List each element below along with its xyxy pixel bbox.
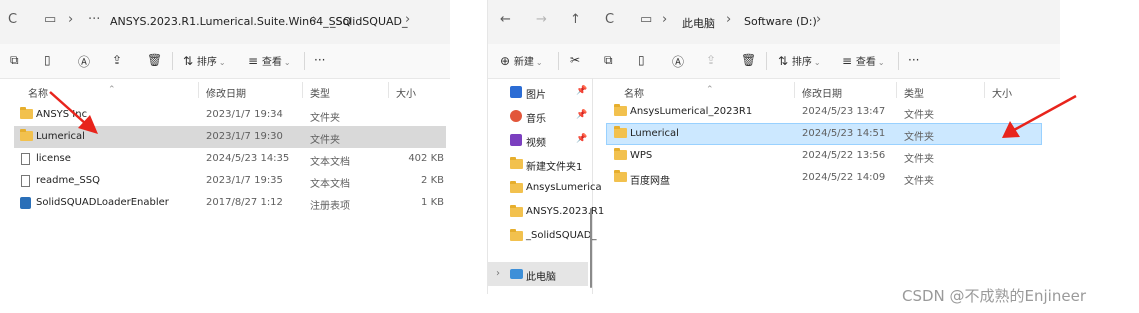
red-arrow-left — [49, 91, 98, 134]
red-arrow-right — [1002, 94, 1077, 138]
watermark: CSDN @不成熟的Enjineer — [902, 287, 1086, 305]
annotation-arrows — [49, 91, 1077, 138]
